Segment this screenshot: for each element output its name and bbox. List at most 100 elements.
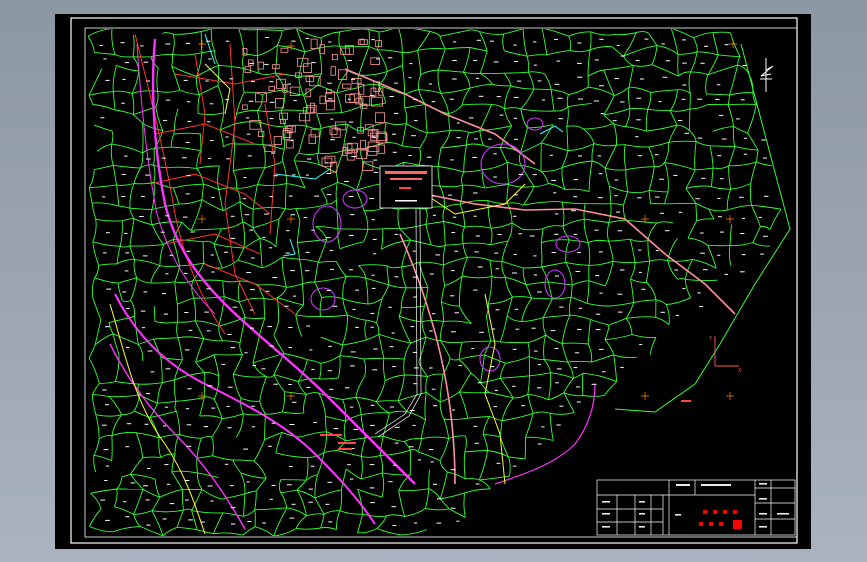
parcel-label-mark [389,346,394,348]
parcel-label-mark [369,487,375,489]
parcel-label-mark [292,401,297,403]
parcel-edge [507,202,524,206]
parcel-label-mark [741,217,745,219]
parcel-edge [582,372,617,383]
parcel-edge [425,488,430,509]
parcel-label-mark [551,180,556,181]
parcel-edge [181,221,192,231]
parcel-label-mark [243,448,249,450]
parcel-edge [157,89,180,93]
parcel-edge [339,29,370,33]
parcel-label-mark [372,238,377,240]
parcel-label-mark [724,273,728,275]
parcel-edge [750,161,757,184]
parcel-edge [317,239,328,263]
parcel-label-mark [169,503,175,505]
parcel-label-mark [549,154,553,156]
parcel-label-mark [617,311,623,313]
parcel-label-mark [412,424,416,426]
parcel-edge [401,52,404,66]
parcel-label-mark [271,422,275,424]
parcel-label-mark [187,120,192,122]
parcel-edge [469,47,488,52]
parcel-edge [541,142,569,152]
parcel-edge [111,431,137,437]
parcel-label-mark [577,42,582,44]
parcel-label-mark [245,117,250,119]
parcel-label-mark [99,45,103,46]
parcel-edge [389,410,408,414]
parcel-edge [458,305,472,324]
parcel-edge [242,221,254,229]
parcel-label-mark [271,152,276,154]
parcel-edge [323,449,338,453]
parcel-label-mark [162,293,167,295]
parcel-edge [708,208,728,212]
parcel-edge [130,300,136,317]
parcel-edge [92,219,97,242]
parcel-edge [201,489,222,500]
parcel-edge [341,314,349,346]
parcel-edge [367,298,383,305]
parcel-edge [751,204,782,210]
parcel-label-mark [221,363,226,365]
parcel-label-mark [350,365,355,367]
parcel-edge [467,256,490,261]
parcel-edge [403,359,405,376]
parcel-label-mark [376,58,380,60]
parcel-label-mark [204,311,209,313]
parcel-edge [403,94,406,109]
parcel-label-mark [305,174,309,176]
parcel-edge [337,449,362,457]
parcel-edge [728,165,732,190]
parcel-edge [501,261,506,278]
parcel-edge [95,414,100,439]
parcel-edge [282,256,300,260]
parcel-label-mark [478,95,484,97]
parcel-label-mark [577,252,582,254]
parcel-edge [533,88,552,91]
parcel-label-mark [473,192,478,194]
parcel-label-mark [414,120,418,122]
parcel-label-mark [497,234,502,235]
parcel-edge [131,93,135,115]
parcel-edge [511,222,523,230]
parcel-edge [195,338,205,363]
parcel-edge [193,297,197,321]
parcel-edge [298,72,322,77]
parcel-label-mark [286,230,290,232]
parcel-edge [222,280,241,283]
parcel-edge [566,126,569,151]
parcel-edge [179,433,202,439]
parcel-edge [362,229,369,242]
parcel-label-mark [289,424,295,425]
parcel-edge [335,199,339,229]
parcel-edge [212,455,233,461]
building-outline [308,134,316,144]
parcel-edge [295,314,303,337]
parcel-edge [752,226,761,243]
parcel-edge [314,262,319,283]
parcel-label-mark [513,194,518,196]
parcel-edge [265,411,283,415]
parcel-edge [317,152,320,165]
parcel-label-mark [654,196,660,198]
parcel-edge [295,314,321,318]
parcel-label-mark [724,44,729,46]
parcel-label-mark [352,136,356,138]
parcel-edge [464,435,467,453]
parcel-edge [92,296,102,320]
parcel-edge [550,201,563,203]
parcel-label-mark [349,478,354,480]
parcel-label-mark [308,501,313,503]
parcel-edge [732,126,736,147]
parcel-edge [282,149,285,162]
parcel-label-mark [741,254,746,256]
parcel-edge [259,121,286,128]
parcel-edge [129,244,164,247]
parcel-edge [439,340,451,359]
parcel-edge [696,218,714,222]
parcel-label-mark [512,215,517,217]
parcel-label-mark [305,270,310,272]
parcel-edge [397,374,405,402]
